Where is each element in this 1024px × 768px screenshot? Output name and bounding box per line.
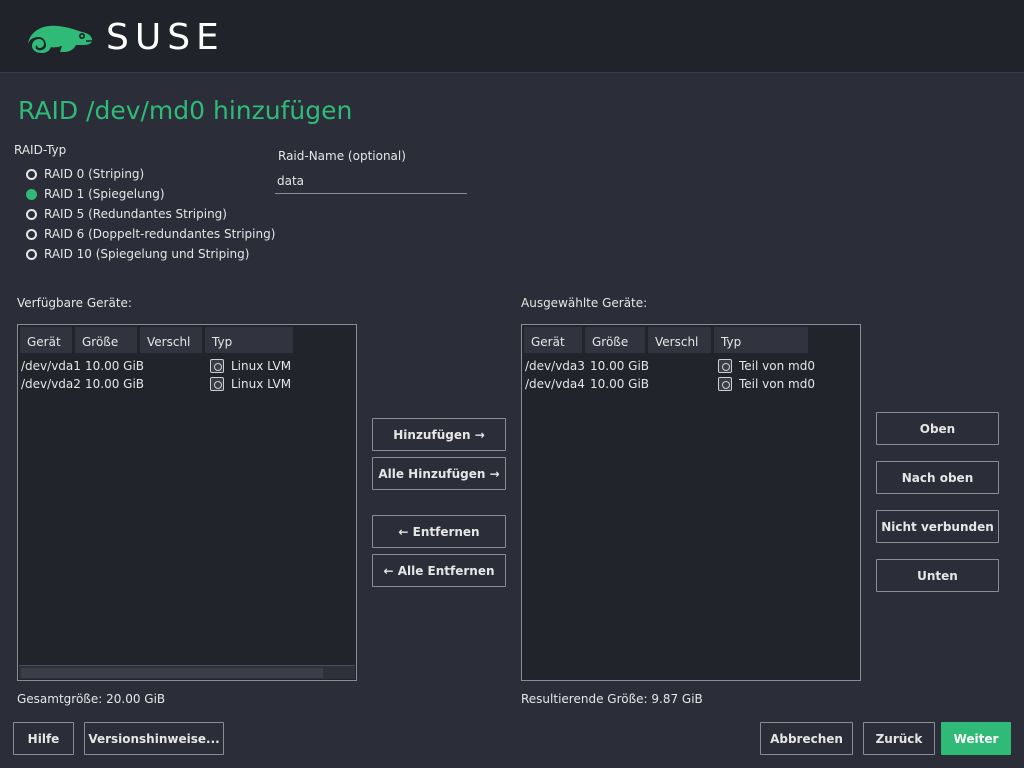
disk-icon (210, 377, 224, 391)
table-row[interactable]: /dev/vda1 10.00 GiB Linux LVM (21, 357, 291, 375)
cell-size: 10.00 GiB (590, 377, 650, 391)
cell-device: /dev/vda1 (21, 359, 81, 373)
disk-icon (718, 377, 732, 391)
radio-raid1[interactable]: RAID 1 (Spiegelung) (26, 187, 165, 201)
column-header-device[interactable]: Gerät (524, 327, 582, 353)
raid-type-label: RAID-Typ (14, 143, 67, 157)
cell-type: Linux LVM (231, 377, 292, 391)
add-all-button[interactable]: Alle Hinzufügen → (372, 457, 506, 490)
table-header: Gerät Größe Verschl Typ (20, 327, 296, 353)
horizontal-scrollbar[interactable] (19, 665, 355, 679)
radio-button[interactable] (26, 228, 37, 240)
radio-button[interactable] (26, 208, 37, 220)
table-row[interactable]: /dev/vda4 10.00 GiB Teil von md0 (525, 375, 815, 393)
table-row[interactable]: /dev/vda2 10.00 GiB Linux LVM (21, 375, 291, 393)
chameleon-icon (28, 25, 93, 53)
radio-raid0[interactable]: RAID 0 (Striping) (26, 167, 144, 181)
column-header-type[interactable]: Typ (205, 327, 293, 353)
suse-logo: SUSE (24, 18, 225, 58)
column-header-encrypted[interactable]: Verschl (648, 327, 711, 353)
cancel-button[interactable]: Abbrechen (760, 722, 853, 755)
total-size-label: Gesamtgröße: 20.00 GiB (17, 692, 166, 706)
unconnected-button[interactable]: Nicht verbunden (876, 510, 999, 543)
table-row[interactable]: /dev/vda3 10.00 GiB Teil von md0 (525, 357, 815, 375)
column-header-type[interactable]: Typ (714, 327, 808, 353)
radio-raid6[interactable]: RAID 6 (Doppelt-redundantes Striping) (26, 227, 275, 241)
radio-label: RAID 5 (Redundantes Striping) (44, 207, 227, 221)
table-header: Gerät Größe Verschl Typ (524, 327, 811, 353)
scrollbar-thumb[interactable] (21, 668, 323, 678)
move-top-button[interactable]: Oben (876, 412, 999, 445)
logo-text: SUSE (106, 17, 225, 58)
cell-type: Linux LVM (231, 359, 292, 373)
disk-icon (210, 359, 224, 373)
cell-type: Teil von md0 (739, 359, 815, 373)
move-bottom-button[interactable]: Unten (876, 559, 999, 592)
help-button[interactable]: Hilfe (13, 722, 74, 755)
column-header-size[interactable]: Größe (585, 327, 645, 353)
radio-label: RAID 1 (Spiegelung) (44, 187, 165, 201)
column-header-size[interactable]: Größe (75, 327, 137, 353)
disk-icon (718, 359, 732, 373)
top-bar: SUSE (0, 0, 1024, 73)
release-notes-button[interactable]: Versionshinweise... (84, 722, 224, 755)
cell-size: 10.00 GiB (590, 359, 650, 373)
radio-raid10[interactable]: RAID 10 (Spiegelung und Striping) (26, 247, 249, 261)
cell-device: /dev/vda4 (525, 377, 585, 391)
add-button[interactable]: Hinzufügen → (372, 418, 506, 451)
radio-button-checked[interactable] (26, 188, 37, 200)
column-header-encrypted[interactable]: Verschl (140, 327, 202, 353)
cell-type: Teil von md0 (739, 377, 815, 391)
move-up-button[interactable]: Nach oben (876, 461, 999, 494)
available-devices-label: Verfügbare Geräte: (17, 296, 132, 310)
selected-devices-label: Ausgewählte Geräte: (521, 296, 648, 310)
raid-name-input[interactable] (275, 168, 467, 194)
radio-raid5[interactable]: RAID 5 (Redundantes Striping) (26, 207, 227, 221)
remove-button[interactable]: ← Entfernen (372, 515, 506, 548)
back-button[interactable]: Zurück (863, 722, 935, 755)
cell-device: /dev/vda3 (525, 359, 585, 373)
available-devices-table[interactable]: Gerät Größe Verschl Typ /dev/vda1 10.00 … (17, 324, 357, 681)
page-title: RAID /dev/md0 hinzufügen (18, 96, 353, 125)
raid-name-label: Raid-Name (optional) (278, 149, 406, 163)
next-button[interactable]: Weiter (941, 722, 1011, 755)
cell-size: 10.00 GiB (85, 359, 145, 373)
selected-devices-table[interactable]: Gerät Größe Verschl Typ /dev/vda3 10.00 … (521, 324, 861, 681)
radio-label: RAID 0 (Striping) (44, 167, 145, 181)
cell-size: 10.00 GiB (85, 377, 145, 391)
radio-button[interactable] (26, 248, 37, 260)
column-header-device[interactable]: Gerät (20, 327, 72, 353)
radio-label: RAID 6 (Doppelt-redundantes Striping) (44, 227, 276, 241)
radio-label: RAID 10 (Spiegelung und Striping) (44, 247, 250, 261)
resulting-size-label: Resultierende Größe: 9.87 GiB (521, 692, 703, 706)
radio-button[interactable] (26, 168, 37, 180)
remove-all-button[interactable]: ← Alle Entfernen (372, 554, 506, 587)
cell-device: /dev/vda2 (21, 377, 81, 391)
